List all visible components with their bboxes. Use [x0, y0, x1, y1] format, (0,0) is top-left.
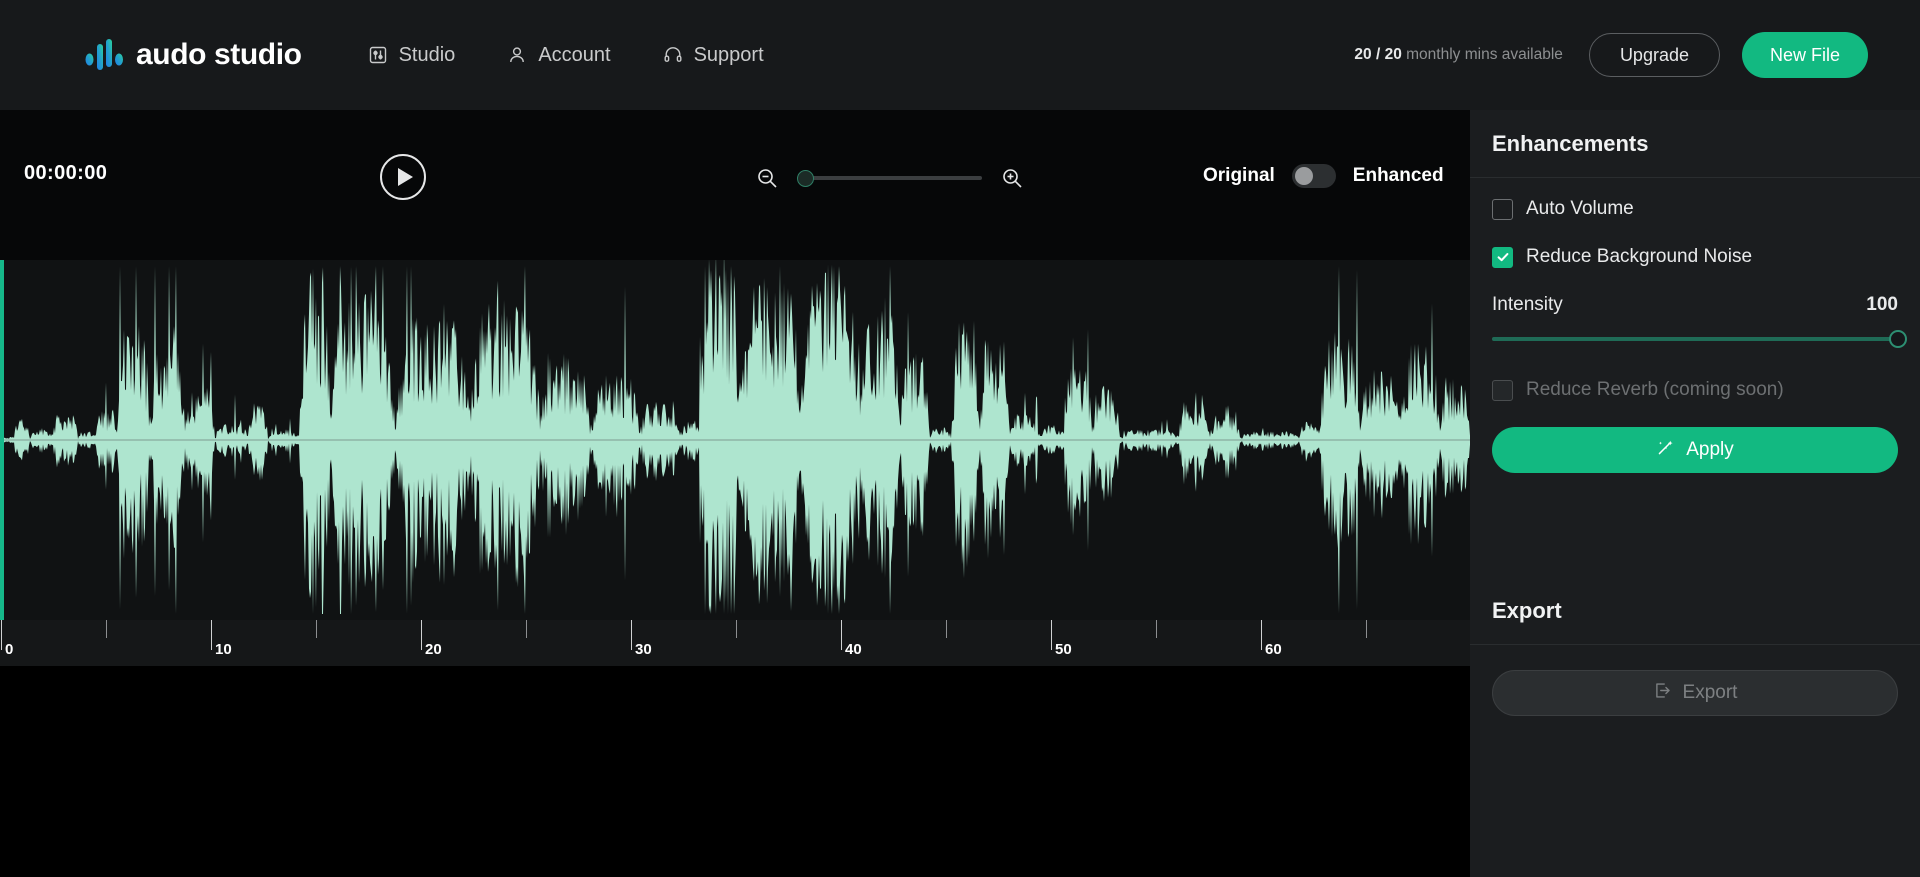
play-circle-icon[interactable] — [380, 154, 426, 200]
timecode-display: 00:00:00 — [24, 162, 107, 185]
export-button[interactable]: Export — [1492, 670, 1898, 716]
toggle-label-enhanced: Enhanced — [1353, 165, 1444, 187]
header-actions: 20 / 20 monthly mins available Upgrade N… — [1354, 32, 1868, 78]
playhead[interactable] — [0, 260, 4, 620]
nav-item-studio[interactable]: Studio — [368, 44, 456, 67]
auto-volume-checkbox[interactable] — [1492, 199, 1513, 220]
intensity-value: 100 — [1866, 294, 1898, 316]
timeline-ruler[interactable]: 0 10 20 30 40 50 60 — [0, 620, 1470, 666]
zoom-in-icon[interactable] — [1000, 166, 1024, 190]
headset-icon — [663, 45, 683, 65]
ruler-major-tick — [841, 620, 842, 650]
waveform-graphic — [0, 260, 1470, 620]
ruler-minor-tick — [1366, 620, 1367, 638]
checkmark-icon — [1496, 250, 1510, 264]
ruler-tick-label: 0 — [5, 641, 13, 658]
compare-switch[interactable] — [1292, 164, 1336, 188]
audio-bars-logo-icon — [84, 35, 124, 75]
ruler-major-tick — [631, 620, 632, 650]
nav-item-account-label: Account — [538, 44, 610, 67]
nav-item-support-label: Support — [694, 44, 764, 67]
export-button-label: Export — [1683, 682, 1738, 704]
intensity-header: Intensity 100 — [1492, 294, 1898, 316]
waveform-canvas[interactable] — [0, 260, 1470, 620]
ruler-tick-label: 50 — [1055, 641, 1072, 658]
ruler-minor-tick — [736, 620, 737, 638]
new-file-button[interactable]: New File — [1742, 32, 1868, 78]
brand-name: audo studio — [136, 38, 302, 72]
option-reduce-background-noise[interactable]: Reduce Background Noise — [1492, 246, 1898, 268]
original-enhanced-toggle: Original Enhanced — [1203, 164, 1444, 188]
zoom-out-icon[interactable] — [755, 166, 779, 190]
empty-track-area — [0, 666, 1470, 877]
audo-studio-app: audo studio Studio — [0, 0, 1920, 877]
reduce-reverb-checkbox — [1492, 380, 1513, 401]
upgrade-button[interactable]: Upgrade — [1589, 33, 1720, 77]
ruler-minor-tick — [526, 620, 527, 638]
intensity-slider-handle[interactable] — [1889, 330, 1907, 348]
export-header: Export — [1470, 577, 1920, 645]
ruler-tick-label: 40 — [845, 641, 862, 658]
brand[interactable]: audo studio — [84, 35, 302, 75]
editor-area: 00:00:00 — [0, 110, 1470, 877]
ruler-minor-tick — [1156, 620, 1157, 638]
app-header: audo studio Studio — [0, 0, 1920, 110]
zoom-slider-track — [797, 176, 982, 180]
transport-bar: 00:00:00 — [0, 110, 1470, 260]
ruler-major-tick — [211, 620, 212, 650]
enhancements-body: Auto Volume Reduce Background Noise Inte… — [1470, 178, 1920, 473]
export-arrow-icon — [1653, 681, 1672, 706]
enhancements-title: Enhancements — [1492, 131, 1649, 157]
ruler-minor-tick — [946, 620, 947, 638]
ruler-minor-tick — [316, 620, 317, 638]
apply-button-label: Apply — [1686, 439, 1734, 461]
intensity-slider-fill — [1492, 337, 1898, 341]
intensity-label: Intensity — [1492, 294, 1563, 316]
reduce-noise-label: Reduce Background Noise — [1526, 246, 1752, 268]
option-auto-volume[interactable]: Auto Volume — [1492, 198, 1898, 220]
export-body: Export — [1492, 670, 1898, 716]
ruler-major-tick — [1, 620, 2, 650]
ruler-major-tick — [421, 620, 422, 650]
option-reduce-reverb: Reduce Reverb (coming soon) — [1492, 379, 1898, 401]
ruler-minor-tick — [106, 620, 107, 638]
intensity-slider[interactable] — [1492, 329, 1898, 349]
side-panel: Enhancements Auto Volume Reduce Backgrou… — [1470, 110, 1920, 877]
main-nav: Studio Account — [368, 44, 764, 67]
ruler-tick-label: 60 — [1265, 641, 1282, 658]
ruler-major-tick — [1051, 620, 1052, 650]
reduce-reverb-label: Reduce Reverb (coming soon) — [1526, 379, 1784, 401]
compare-switch-knob — [1295, 167, 1313, 185]
export-title: Export — [1492, 598, 1562, 624]
ruler-tick-label: 30 — [635, 641, 652, 658]
nav-item-account[interactable]: Account — [507, 44, 610, 67]
quota-status: 20 / 20 monthly mins available — [1354, 46, 1563, 64]
nav-item-studio-label: Studio — [399, 44, 456, 67]
waveform-path — [0, 260, 1470, 614]
ruler-major-tick — [1261, 620, 1262, 650]
quota-text: monthly mins available — [1402, 46, 1563, 63]
magic-wand-icon — [1656, 438, 1675, 463]
quota-value: 20 / 20 — [1354, 46, 1401, 63]
zoom-slider[interactable] — [797, 166, 982, 190]
zoom-slider-handle[interactable] — [797, 170, 814, 187]
zoom-controls — [755, 166, 1024, 190]
nav-item-support[interactable]: Support — [663, 44, 764, 67]
ruler-tick-label: 20 — [425, 641, 442, 658]
play-triangle — [398, 168, 413, 186]
enhancements-header: Enhancements — [1470, 110, 1920, 178]
user-icon — [507, 45, 527, 65]
apply-button[interactable]: Apply — [1492, 427, 1898, 473]
mixer-sliders-icon — [368, 45, 388, 65]
auto-volume-label: Auto Volume — [1526, 198, 1634, 220]
reduce-noise-checkbox[interactable] — [1492, 247, 1513, 268]
ruler-tick-label: 10 — [215, 641, 232, 658]
toggle-label-original: Original — [1203, 165, 1275, 187]
